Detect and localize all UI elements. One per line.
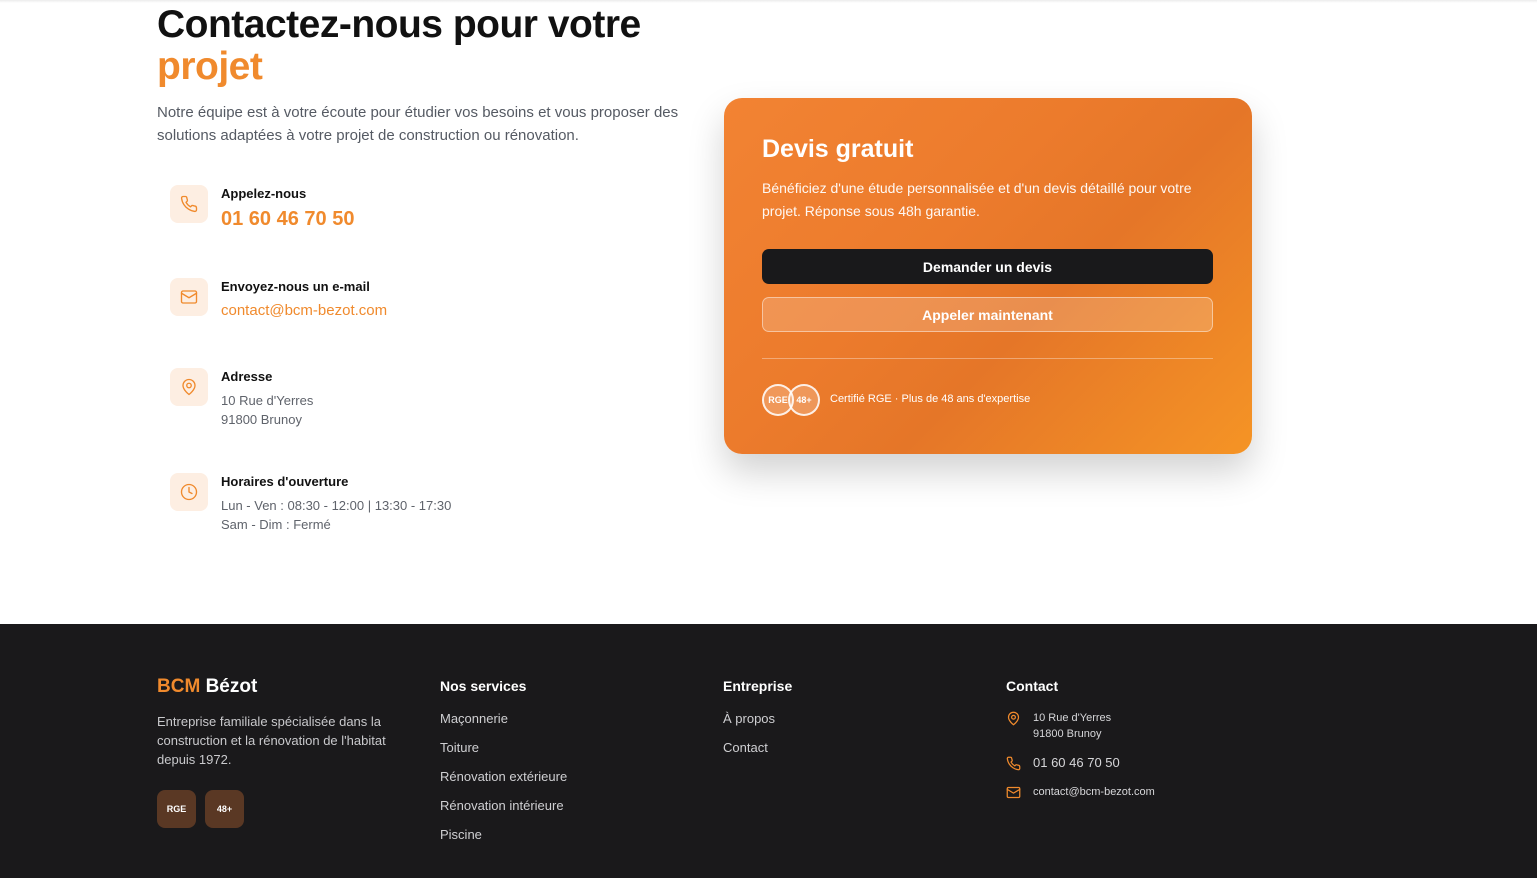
footer-description: Entreprise familiale spécialisée dans la… [157, 714, 386, 767]
footer-link-renovation-interieure[interactable]: Rénovation intérieure [440, 797, 567, 814]
footer-company-column: Entreprise À propos Contact [723, 677, 792, 768]
site-footer: BCM Bézot Entreprise familiale spécialis… [0, 624, 1537, 878]
footer-link-piscine[interactable]: Piscine [440, 826, 567, 843]
footer-email-text: contact@bcm-bezot.com [1033, 786, 1155, 798]
request-quote-button[interactable]: Demander un devis [762, 249, 1213, 284]
email-label: Envoyez-nous un e-mail [221, 279, 370, 294]
hours-weekend: Sam - Dim : Fermé [221, 517, 331, 532]
footer-contact-heading: Contact [1006, 678, 1059, 694]
title-line-1: Contactez-nous pour votre [157, 3, 641, 46]
years-badge: 48+ [788, 384, 820, 416]
services-heading: Nos services [440, 678, 527, 694]
footer-address-line-1: 10 Rue d'Yerres [1033, 712, 1112, 724]
quote-card-description: Bénéficiez d'une étude personnalisée et … [762, 180, 1192, 219]
footer-link-renovation-exterieure[interactable]: Rénovation extérieure [440, 768, 567, 785]
footer-link-maconnerie[interactable]: Maçonnerie [440, 710, 567, 727]
address-label: Adresse [221, 369, 273, 384]
footer-phone-text: 01 60 46 70 50 [1033, 755, 1120, 770]
call-now-button[interactable]: Appeler maintenant [762, 297, 1213, 332]
quote-card: Devis gratuit Bénéficiez d'une étude per… [724, 98, 1252, 454]
footer-link-toiture[interactable]: Toiture [440, 739, 567, 756]
address-line-2: 91800 Brunoy [221, 412, 302, 427]
certification-badges: RGE 48+ [762, 384, 822, 416]
footer-address: 10 Rue d'Yerres 91800 Brunoy [1006, 710, 1306, 742]
footer-services-column: Nos services Maçonnerie Toiture Rénovati… [440, 677, 567, 855]
intro-text: Notre équipe est à votre écoute pour étu… [157, 104, 679, 144]
footer-phone[interactable]: 01 60 46 70 50 [1006, 755, 1306, 771]
footer-address-line-2: 91800 Brunoy [1033, 728, 1102, 740]
phone-link[interactable]: 01 60 46 70 50 [221, 205, 641, 233]
phone-icon [170, 185, 208, 223]
phone-label: Appelez-nous [221, 186, 307, 201]
email-link[interactable]: contact@bcm-bezot.com [221, 301, 641, 321]
quote-card-divider [762, 358, 1213, 359]
map-pin-icon [170, 368, 208, 406]
footer-rge-badge: RGE [157, 790, 196, 828]
hours-label: Horaires d'ouverture [221, 474, 349, 489]
mail-icon [1006, 786, 1021, 799]
footer-email[interactable]: contact@bcm-bezot.com [1006, 784, 1306, 800]
clock-icon [170, 473, 208, 511]
title-line-2: projet [157, 45, 263, 88]
footer-link-contact[interactable]: Contact [723, 739, 792, 756]
contact-section: Contactez-nous pour votre projet Notre é… [0, 0, 1537, 624]
footer-brand[interactable]: BCM Bézot [157, 676, 257, 698]
mail-icon [170, 278, 208, 316]
brand-accent: BCM [157, 676, 201, 697]
company-heading: Entreprise [723, 678, 793, 694]
footer-years-badge: 48+ [205, 790, 244, 828]
brand-name: Bézot [205, 676, 258, 697]
footer-contact-column: Contact 10 Rue d'Yerres 91800 Brunoy 01 … [1006, 677, 1306, 800]
map-pin-icon [1007, 711, 1020, 726]
hours-weekdays: Lun - Ven : 08:30 - 12:00 | 13:30 - 17:3… [221, 498, 452, 513]
page-title: Contactez-nous pour votre projet [157, 4, 717, 88]
footer-link-about[interactable]: À propos [723, 710, 792, 727]
quote-card-title: Devis gratuit [762, 135, 914, 163]
certification-text: Certifié RGE · Plus de 48 ans d'expertis… [830, 393, 1031, 405]
address-line-1: 10 Rue d'Yerres [221, 393, 314, 408]
phone-icon [1006, 756, 1021, 771]
